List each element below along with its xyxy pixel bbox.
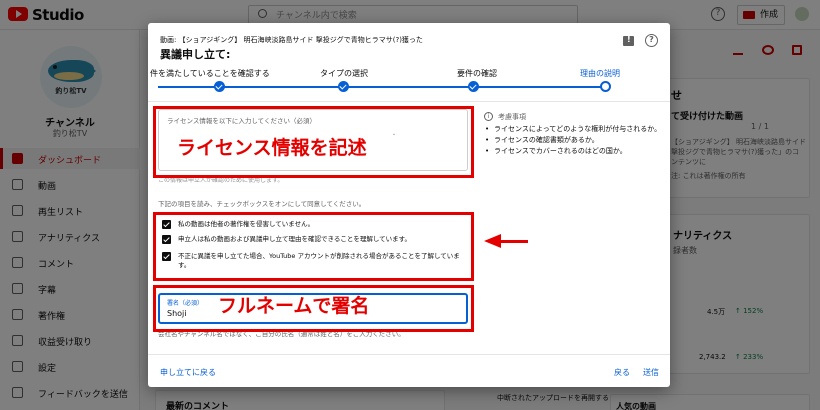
annotation-license-note: ライセンス情報を記述 — [177, 137, 367, 159]
help-icon[interactable]: ? — [645, 34, 658, 47]
consideration-item: ライセンスの確認書類があるか。 — [484, 135, 662, 146]
annotation-arrow-shaft — [500, 240, 528, 243]
step-complete-icon — [214, 81, 225, 92]
step-label-3: 要件の確認 — [457, 69, 497, 78]
consideration-item: ライセンスでカバーされるのはどの国か。 — [484, 146, 662, 157]
annotation-signature-note: フルネームで署名 — [218, 295, 370, 317]
annotation-box-checkboxes — [153, 212, 474, 281]
dialog-heading: 異議申し立て: — [160, 48, 231, 61]
info-icon: i — [484, 112, 493, 121]
step-label-2: タイプの選択 — [320, 69, 368, 78]
divider — [148, 101, 670, 102]
back-button[interactable]: 戻る — [614, 367, 630, 378]
considerations-title: 考慮事項 — [498, 113, 526, 121]
stepper-line — [158, 86, 608, 88]
back-to-claim-link[interactable]: 申し立てに戻る — [160, 367, 216, 378]
annotation-arrow-icon — [484, 234, 501, 248]
step-complete-icon — [338, 81, 349, 92]
video-title: 動画: 【ショアジギング】 明石海峡淡路島サイド 撃投ジグで青物ヒラマサ(?)獲… — [160, 36, 423, 44]
annotation-check-note-2: チェック — [536, 249, 613, 271]
step-current-icon — [600, 81, 611, 92]
step-complete-icon — [468, 81, 479, 92]
annotation-check-note-1: 全ての項目を — [536, 221, 651, 243]
submit-button[interactable]: 送信 — [643, 367, 659, 378]
checkbox-instruction: 下記の項目を読み、チェックボックスをオンにして同意してください。 — [158, 200, 366, 208]
considerations-list: ライセンスによってどのような権利が付与されるか。 ライセンスの確認書類があるか。… — [484, 124, 662, 157]
consideration-item: ライセンスによってどのような権利が付与されるか。 — [484, 124, 662, 135]
footer-divider — [148, 354, 670, 355]
step-label-1: 件を満たしていることを確認する — [150, 69, 270, 78]
dispute-dialog: 動画: 【ショアジギング】 明石海峡淡路島サイド 撃投ジグで青物ヒラマサ(?)獲… — [148, 23, 670, 387]
report-icon[interactable] — [623, 35, 634, 46]
step-label-4: 理由の説明 — [580, 69, 620, 78]
